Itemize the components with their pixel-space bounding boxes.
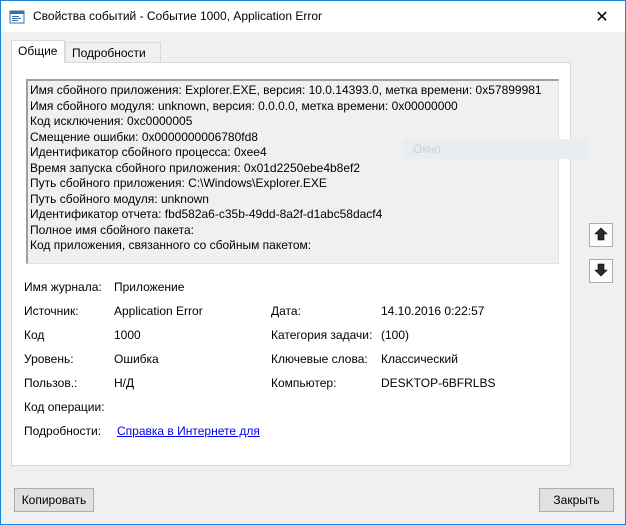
previous-event-button[interactable]	[589, 223, 613, 247]
description-line: Имя сбойного приложения: Explorer.EXE, в…	[30, 83, 542, 97]
event-description-box[interactable]: Имя сбойного приложения: Explorer.EXE, в…	[26, 79, 559, 264]
copy-button[interactable]: Копировать	[14, 488, 94, 512]
computer-value: DESKTOP-6BFRLBS	[381, 376, 496, 390]
user-label: Пользов.:	[24, 376, 78, 390]
computer-label: Компьютер:	[271, 376, 337, 390]
next-event-button[interactable]	[589, 259, 613, 283]
arrow-down-icon	[594, 263, 608, 280]
log-name-value: Приложение	[114, 280, 185, 294]
date-label: Дата:	[271, 304, 301, 318]
level-value: Ошибка	[114, 352, 159, 366]
description-line: Идентификатор отчета: fbd582a6-c35b-49dd…	[30, 207, 383, 221]
description-line: Путь сбойного приложения: C:\Windows\Exp…	[30, 176, 327, 190]
level-label: Уровень:	[24, 352, 74, 366]
task-category-label: Категория задачи:	[271, 328, 373, 342]
description-line: Код исключения: 0xc0000005	[30, 114, 193, 128]
task-category-value: (100)	[381, 328, 410, 342]
details-label: Подробности:	[24, 424, 102, 438]
event-properties-window: Свойства событий - Событие 1000, Applica…	[0, 0, 626, 525]
keywords-value: Классический	[381, 352, 458, 366]
user-value: Н/Д	[114, 376, 135, 390]
source-value: Application Error	[114, 304, 203, 318]
close-icon: ✕	[595, 8, 609, 26]
description-line: Полное имя сбойного пакета:	[30, 222, 195, 237]
description-line: Путь сбойного модуля: unknown	[30, 191, 209, 206]
date-value: 14.10.2016 0:22:57	[381, 304, 485, 318]
keywords-label: Ключевые слова:	[271, 352, 368, 366]
opcode-label: Код операции:	[24, 400, 105, 414]
arrow-up-icon	[594, 227, 608, 244]
general-tab-panel: Имя сбойного приложения: Explorer.EXE, в…	[11, 62, 571, 466]
close-button[interactable]: Закрыть	[539, 488, 614, 512]
online-help-link[interactable]: Справка в Интернете для	[117, 424, 260, 438]
window-ghost-label: Окно	[403, 139, 587, 159]
event-code-label: Код	[24, 328, 45, 342]
description-line: Код приложения, связанного со сбойным па…	[30, 238, 312, 252]
description-line: Имя сбойного модуля: unknown, версия: 0.…	[30, 98, 458, 113]
description-line: Время запуска сбойного приложения: 0x01d…	[30, 160, 361, 175]
event-code-value: 1000	[114, 328, 141, 342]
log-name-label: Имя журнала:	[24, 280, 102, 294]
source-label: Источник:	[24, 304, 79, 318]
tab-general[interactable]: Общие	[11, 40, 65, 63]
event-viewer-icon	[9, 9, 25, 25]
close-window-button[interactable]: ✕	[579, 1, 625, 32]
title-bar[interactable]: Свойства событий - Событие 1000, Applica…	[1, 1, 625, 32]
tab-details[interactable]: Подробности	[65, 42, 161, 63]
window-title: Свойства событий - Событие 1000, Applica…	[33, 9, 323, 23]
